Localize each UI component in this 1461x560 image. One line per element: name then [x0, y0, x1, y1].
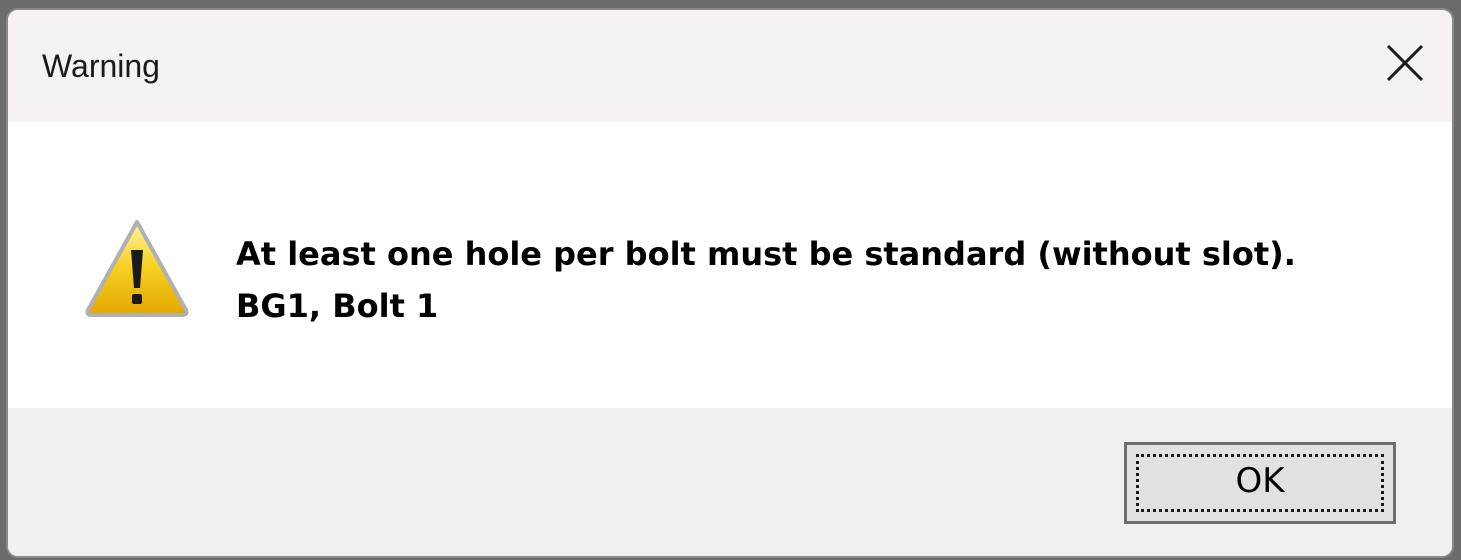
message-line-1: At least one hole per bolt must be stand… [236, 235, 1296, 273]
dialog-title: Warning [42, 48, 160, 84]
warning-icon [85, 220, 189, 317]
message-line-2: BG1, Bolt 1 [236, 287, 439, 325]
message-text: At least one hole per bolt must be stand… [236, 228, 1296, 332]
ok-button-label: OK [1235, 461, 1285, 501]
warning-dialog: Warning At least one hole per bolt must … [6, 8, 1454, 558]
close-icon [1386, 44, 1424, 82]
ok-button[interactable]: OK [1124, 442, 1396, 524]
message-area: At least one hole per bolt must be stand… [8, 122, 1452, 408]
button-bar: OK [8, 408, 1452, 556]
title-bar: Warning [8, 10, 1452, 122]
close-button[interactable] [1380, 38, 1430, 88]
